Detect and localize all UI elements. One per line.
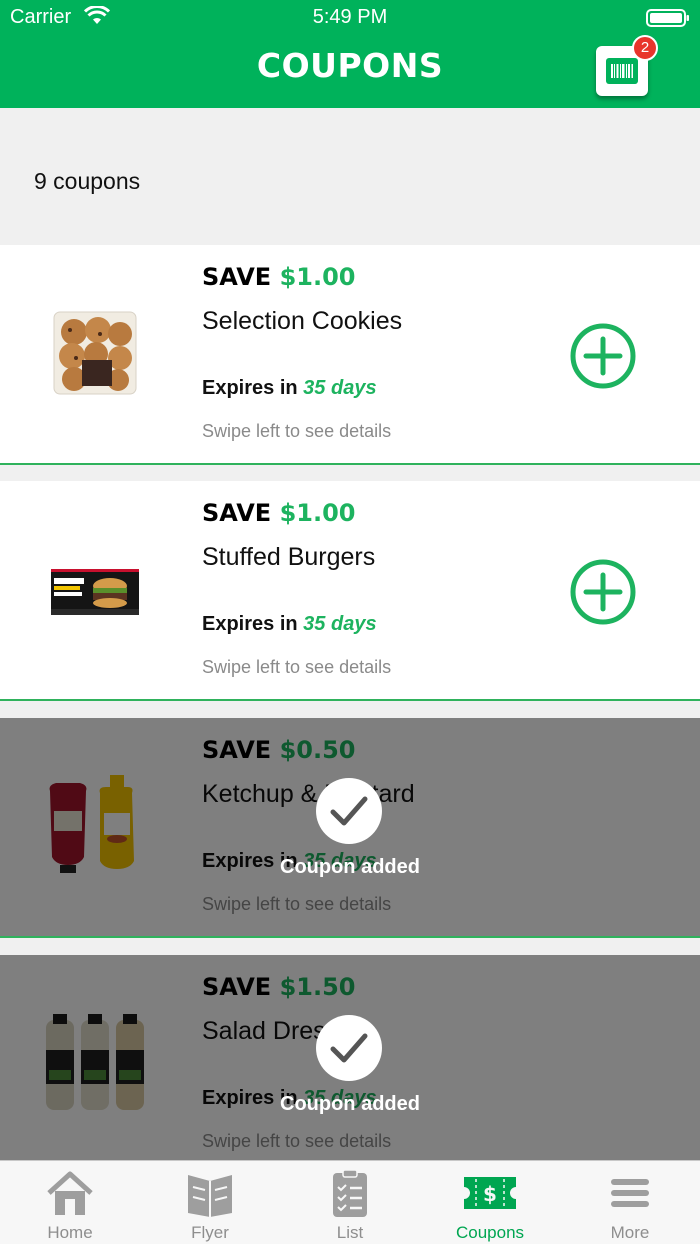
coupon-added-label: Coupon added (280, 1093, 420, 1115)
save-label: SAVE $1.00 (202, 499, 356, 527)
product-name: Stuffed Burgers (202, 543, 376, 571)
tab-coupons[interactable]: $ Coupons (420, 1161, 560, 1244)
swipe-hint: Swipe left to see details (202, 657, 392, 677)
tab-home[interactable]: Home (0, 1161, 140, 1244)
app-header: Carrier 5:49 PM COUPONS 2 (0, 0, 700, 108)
add-coupon-button[interactable] (569, 322, 637, 390)
expiry-label: Expires in 35 days (202, 613, 377, 635)
coupon-card[interactable]: SAVE $1.00 Selection Cookies Expires in … (0, 245, 700, 465)
barcode-icon (606, 58, 638, 84)
tab-label: Coupons (455, 1223, 525, 1242)
cookies-product-image (53, 311, 137, 395)
coupon-added-label: Coupon added (280, 856, 420, 878)
tab-label: Flyer (191, 1223, 229, 1242)
tab-bar: Home Flyer List $ Coupons More (0, 1160, 700, 1244)
coupon-card[interactable]: SAVE $1.50 Salad Dressing Expires in 35 … (0, 955, 700, 1175)
add-coupon-button[interactable] (569, 558, 637, 626)
burgers-product-image (51, 569, 139, 615)
page-title: COUPONS (256, 46, 444, 85)
svg-text:$: $ (483, 1182, 497, 1206)
clock: 5:49 PM (312, 6, 388, 28)
checkmark-icon (330, 796, 368, 826)
tab-label: Home (47, 1223, 93, 1242)
checkmark-icon (330, 1033, 368, 1063)
coupon-card[interactable]: SAVE $1.00 Stuffed Burgers Expires in 35… (0, 481, 700, 701)
tab-flyer[interactable]: Flyer (140, 1161, 280, 1244)
tab-label: List (336, 1223, 364, 1242)
check-badge (316, 1015, 382, 1081)
home-icon (47, 1171, 93, 1215)
tab-list[interactable]: List (280, 1161, 420, 1244)
expiry-days: 35 days (303, 377, 377, 399)
tab-label: More (610, 1223, 650, 1242)
save-amount: $1.00 (279, 263, 356, 291)
coupon-added-overlay: Coupon added (0, 955, 700, 1173)
status-bar: Carrier 5:49 PM (0, 0, 700, 36)
coupon-added-overlay: Coupon added (0, 718, 700, 936)
swipe-hint: Swipe left to see details (202, 421, 392, 441)
coupon-count: 9 coupons (34, 168, 141, 194)
expiry-days: 35 days (303, 613, 377, 635)
coupon-icon: $ (464, 1177, 516, 1209)
save-label: SAVE $1.00 (202, 263, 356, 291)
coupon-card[interactable]: SAVE $0.50 Ketchup & Mustard Expires in … (0, 718, 700, 938)
clipboard-list-icon (333, 1169, 367, 1217)
flyer-icon (188, 1175, 232, 1217)
coupon-summary: 9 coupons (0, 108, 700, 245)
save-amount: $1.00 (279, 499, 356, 527)
check-badge (316, 778, 382, 844)
cart-count-badge: 2 (632, 35, 658, 61)
expiry-label: Expires in 35 days (202, 377, 377, 399)
product-name: Selection Cookies (202, 307, 403, 335)
tab-more[interactable]: More (560, 1161, 700, 1244)
battery-icon (646, 9, 689, 27)
menu-icon (611, 1179, 649, 1207)
